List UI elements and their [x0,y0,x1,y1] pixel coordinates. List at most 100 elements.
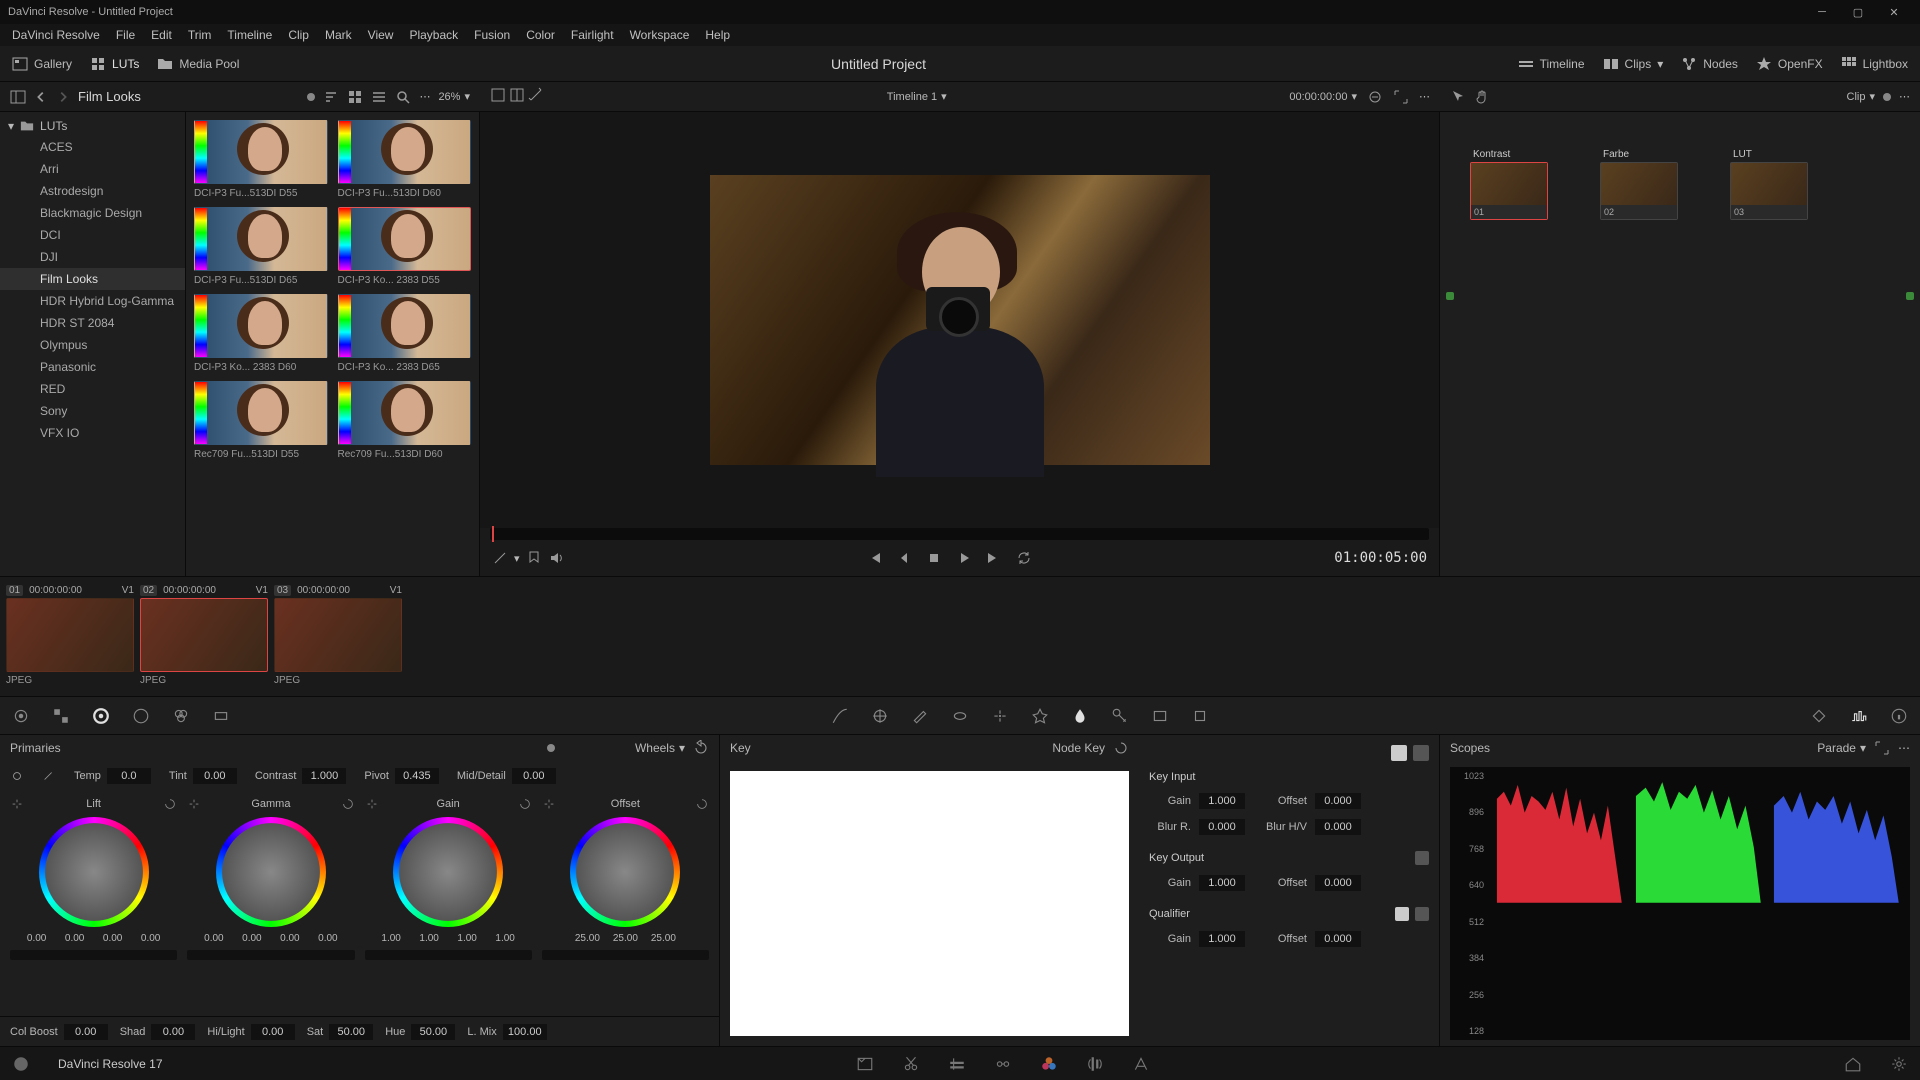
wheel-value[interactable]: 0.00 [134,933,168,944]
camera-raw-icon[interactable] [12,707,30,725]
picker-icon[interactable] [365,797,379,811]
wheel-value[interactable]: 1.00 [488,933,522,944]
middetail-input[interactable] [512,768,556,784]
reset-icon[interactable] [695,797,709,811]
reset-icon[interactable] [518,797,532,811]
color-wheel[interactable] [216,817,326,927]
home-icon[interactable] [1844,1055,1862,1073]
hand-icon[interactable] [1474,89,1490,105]
keyinput-blurr[interactable] [1199,819,1245,835]
nodes-toggle[interactable]: Nodes [1681,56,1738,72]
lut-folder-root[interactable]: ▾ LUTs [0,116,185,136]
wheel-value[interactable]: 0.00 [20,933,54,944]
lut-thumb[interactable]: DCI-P3 Fu...513DI D55 [194,120,328,199]
magic-mask-icon[interactable] [1031,707,1049,725]
window-minimize-button[interactable]: ─ [1804,0,1840,24]
panel-icon[interactable] [10,89,26,105]
lut-category[interactable]: Olympus [0,334,185,356]
clip-thumb[interactable]: 0200:00:00:00V1JPEG [140,583,268,686]
menu-fairlight[interactable]: Fairlight [563,28,622,42]
wheel-jog[interactable] [10,950,177,960]
reset-icon[interactable] [1113,740,1129,756]
lut-thumb[interactable]: Rec709 Fu...513DI D60 [338,381,472,460]
speaker-icon[interactable] [548,550,564,566]
lut-category[interactable]: HDR Hybrid Log-Gamma [0,290,185,312]
lut-category[interactable]: Film Looks [0,268,185,290]
primaries-icon[interactable] [92,707,110,725]
node-mode-dropdown[interactable]: Clip▾ [1847,90,1875,103]
media-page-icon[interactable] [856,1055,874,1073]
viewer-scrubber[interactable] [490,528,1429,540]
wheel-value[interactable]: 25.00 [646,933,680,944]
lut-category[interactable]: HDR ST 2084 [0,312,185,334]
node-input-connector[interactable] [1446,292,1454,300]
wheel-value[interactable]: 0.00 [58,933,92,944]
window-maximize-button[interactable]: ▢ [1840,0,1876,24]
thumb-view-icon[interactable] [347,89,363,105]
lut-thumb[interactable]: Rec709 Fu...513DI D55 [194,381,328,460]
color-wheel[interactable] [570,817,680,927]
forward-icon[interactable] [56,90,70,104]
wheel-value[interactable]: 0.00 [96,933,130,944]
clip-thumb[interactable]: 0100:00:00:00V1JPEG [6,583,134,686]
timeline-dropdown[interactable]: Timeline 1▾ [887,90,947,103]
hilight-input[interactable] [251,1024,295,1040]
qualifier-offset[interactable] [1315,931,1361,947]
menu-davinciresolve[interactable]: DaVinci Resolve [4,28,108,42]
scopes-options-icon[interactable]: ⋯ [1898,741,1910,755]
node[interactable]: LUT03 [1730,162,1808,220]
openfx-toggle[interactable]: OpenFX [1756,56,1823,72]
play-icon[interactable] [956,550,972,566]
lut-category[interactable]: Sony [0,400,185,422]
mediapool-toggle[interactable]: Media Pool [157,56,239,72]
stop-icon[interactable] [926,550,942,566]
picker-icon[interactable] [10,769,24,783]
back-icon[interactable] [34,90,48,104]
menu-file[interactable]: File [108,28,143,42]
wheel-jog[interactable] [542,950,709,960]
menu-view[interactable]: View [360,28,402,42]
clip-thumb[interactable]: 0300:00:00:00V1JPEG [274,583,402,686]
edit-page-icon[interactable] [948,1055,966,1073]
lut-category[interactable]: Astrodesign [0,180,185,202]
loop-icon[interactable] [1016,550,1032,566]
wheel-value[interactable]: 1.00 [374,933,408,944]
matte-toggle[interactable] [1391,745,1407,761]
keyinput-offset[interactable] [1315,793,1361,809]
pivot-input[interactable] [395,768,439,784]
hue-input[interactable] [411,1024,455,1040]
highlight-a-icon[interactable] [490,87,506,103]
viewer-timecode[interactable]: 00:00:00:00▾ [1289,90,1357,103]
wheel-value[interactable]: 25.00 [570,933,604,944]
blur-icon[interactable] [1071,707,1089,725]
keyoutput-offset[interactable] [1315,875,1361,891]
cut-page-icon[interactable] [902,1055,920,1073]
tool-dropdown[interactable]: ▾ [514,552,520,565]
awb-icon[interactable] [42,769,56,783]
fairlight-page-icon[interactable] [1086,1055,1104,1073]
warper-icon[interactable] [871,707,889,725]
wand-icon[interactable] [492,550,508,566]
timeline-toggle[interactable]: Timeline [1518,56,1585,72]
pointer-icon[interactable] [1450,89,1466,105]
qualifier-icon[interactable] [911,707,929,725]
lmix-input[interactable] [503,1024,547,1040]
node-output-connector[interactable] [1906,292,1914,300]
rgb-mixer-icon[interactable] [172,707,190,725]
luts-toggle[interactable]: LUTs [90,56,139,72]
settings-icon[interactable] [1890,1055,1908,1073]
menu-playback[interactable]: Playback [401,28,466,42]
sat-input[interactable] [329,1024,373,1040]
picker-icon[interactable] [187,797,201,811]
wheel-value[interactable]: 1.00 [450,933,484,944]
lut-thumb[interactable]: DCI-P3 Fu...513DI D60 [338,120,472,199]
wheel-jog[interactable] [187,950,354,960]
wheel-value[interactable]: 25.00 [608,933,642,944]
prev-clip-icon[interactable] [866,550,882,566]
keyoutput-gain[interactable] [1199,875,1245,891]
lut-thumb[interactable]: DCI-P3 Ko... 2383 D65 [338,294,472,373]
wheel-value[interactable]: 0.00 [197,933,231,944]
tracker-icon[interactable] [991,707,1009,725]
lut-thumb[interactable]: DCI-P3 Ko... 2383 D55 [338,207,472,286]
contrast-input[interactable] [302,768,346,784]
